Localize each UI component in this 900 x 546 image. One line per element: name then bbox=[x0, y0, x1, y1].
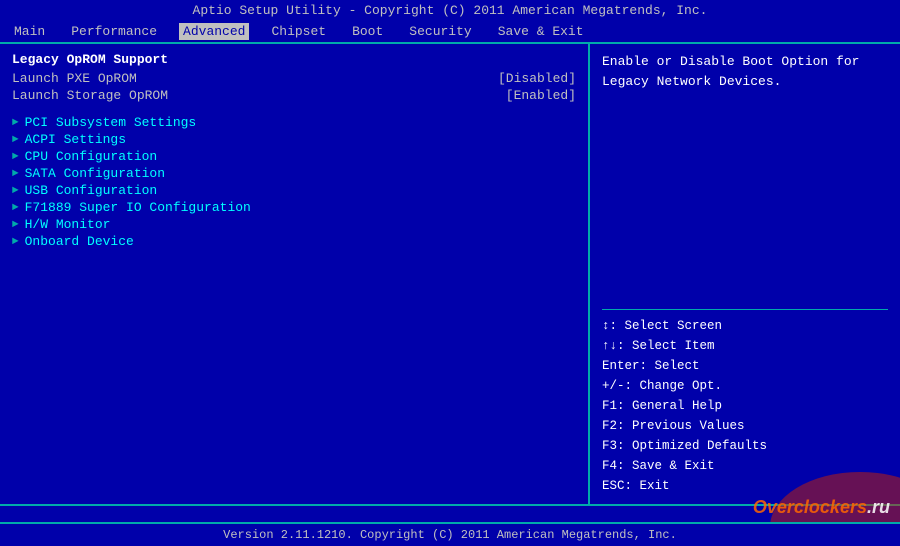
status-bar: Version 2.11.1210. Copyright (C) 2011 Am… bbox=[0, 522, 900, 546]
key-help-item: F3: Optimized Defaults bbox=[602, 436, 888, 456]
title-text: Aptio Setup Utility - Copyright (C) 2011… bbox=[193, 3, 708, 18]
setting-row[interactable]: Launch Storage OpROM [Enabled] bbox=[12, 88, 576, 103]
key-help-item: ESC: Exit bbox=[602, 476, 888, 496]
menu-entry-pci-subsystem-settings[interactable]: ► PCI Subsystem Settings bbox=[12, 115, 576, 130]
menu-entry-onboard-device[interactable]: ► Onboard Device bbox=[12, 234, 576, 249]
menu-entry-sata-configuration[interactable]: ► SATA Configuration bbox=[12, 166, 576, 181]
key-help-item: ↑↓: Select Item bbox=[602, 336, 888, 356]
key-help-item: +/-: Change Opt. bbox=[602, 376, 888, 396]
entry-label: USB Configuration bbox=[25, 183, 158, 198]
right-panel: Enable or Disable Boot Option for Legacy… bbox=[590, 44, 900, 504]
arrow-icon: ► bbox=[12, 168, 19, 180]
key-help-item: F2: Previous Values bbox=[602, 416, 888, 436]
menu-item-security[interactable]: Security bbox=[405, 23, 475, 40]
arrow-icon: ► bbox=[12, 185, 19, 197]
setting-row[interactable]: Launch PXE OpROM [Disabled] bbox=[12, 71, 576, 86]
content-area: Legacy OpROM Support Launch PXE OpROM [Di… bbox=[0, 42, 900, 506]
section-header: Legacy OpROM Support bbox=[12, 52, 576, 67]
entry-label: F71889 Super IO Configuration bbox=[25, 200, 251, 215]
key-help: ↕: Select Screen↑↓: Select ItemEnter: Se… bbox=[602, 309, 888, 496]
entry-label: Onboard Device bbox=[25, 234, 134, 249]
menu-item-main[interactable]: Main bbox=[10, 23, 49, 40]
key-help-item: Enter: Select bbox=[602, 356, 888, 376]
entry-label: CPU Configuration bbox=[25, 149, 158, 164]
setting-label: Launch Storage OpROM bbox=[12, 88, 168, 103]
setting-value: [Enabled] bbox=[506, 88, 576, 103]
entry-label: ACPI Settings bbox=[25, 132, 126, 147]
arrow-icon: ► bbox=[12, 219, 19, 231]
help-text: Enable or Disable Boot Option for Legacy… bbox=[602, 52, 888, 309]
menu-entry-h/w-monitor[interactable]: ► H/W Monitor bbox=[12, 217, 576, 232]
menu-item-advanced[interactable]: Advanced bbox=[179, 23, 249, 40]
menu-entry-cpu-configuration[interactable]: ► CPU Configuration bbox=[12, 149, 576, 164]
menu-item-boot[interactable]: Boot bbox=[348, 23, 387, 40]
entry-label: SATA Configuration bbox=[25, 166, 165, 181]
menu-entry-usb-configuration[interactable]: ► USB Configuration bbox=[12, 183, 576, 198]
settings-list: Launch PXE OpROM [Disabled] Launch Storage… bbox=[12, 71, 576, 103]
menu-bar: Main Performance Advanced Chipset Boot Securi… bbox=[0, 21, 900, 42]
key-help-item: F1: General Help bbox=[602, 396, 888, 416]
entry-label: PCI Subsystem Settings bbox=[25, 115, 197, 130]
menu-entry-f71889-super-io-configuration[interactable]: ► F71889 Super IO Configuration bbox=[12, 200, 576, 215]
setting-label: Launch PXE OpROM bbox=[12, 71, 137, 86]
arrow-icon: ► bbox=[12, 134, 19, 146]
arrow-icon: ► bbox=[12, 117, 19, 129]
menu-item-save-and-exit[interactable]: Save & Exit bbox=[494, 23, 588, 40]
key-help-item: F4: Save & Exit bbox=[602, 456, 888, 476]
entry-label: H/W Monitor bbox=[25, 217, 111, 232]
status-text: Version 2.11.1210. Copyright (C) 2011 Am… bbox=[223, 528, 677, 542]
arrow-icon: ► bbox=[12, 151, 19, 163]
left-panel: Legacy OpROM Support Launch PXE OpROM [Di… bbox=[0, 44, 590, 504]
setting-value: [Disabled] bbox=[498, 71, 576, 86]
menu-item-chipset[interactable]: Chipset bbox=[267, 23, 330, 40]
menu-entry-acpi-settings[interactable]: ► ACPI Settings bbox=[12, 132, 576, 147]
entries-list: ► PCI Subsystem Settings ► ACPI Settings ► CP… bbox=[12, 115, 576, 249]
arrow-icon: ► bbox=[12, 236, 19, 248]
arrow-icon: ► bbox=[12, 202, 19, 214]
key-help-item: ↕: Select Screen bbox=[602, 316, 888, 336]
menu-item-performance[interactable]: Performance bbox=[67, 23, 161, 40]
title-bar: Aptio Setup Utility - Copyright (C) 2011… bbox=[0, 0, 900, 21]
